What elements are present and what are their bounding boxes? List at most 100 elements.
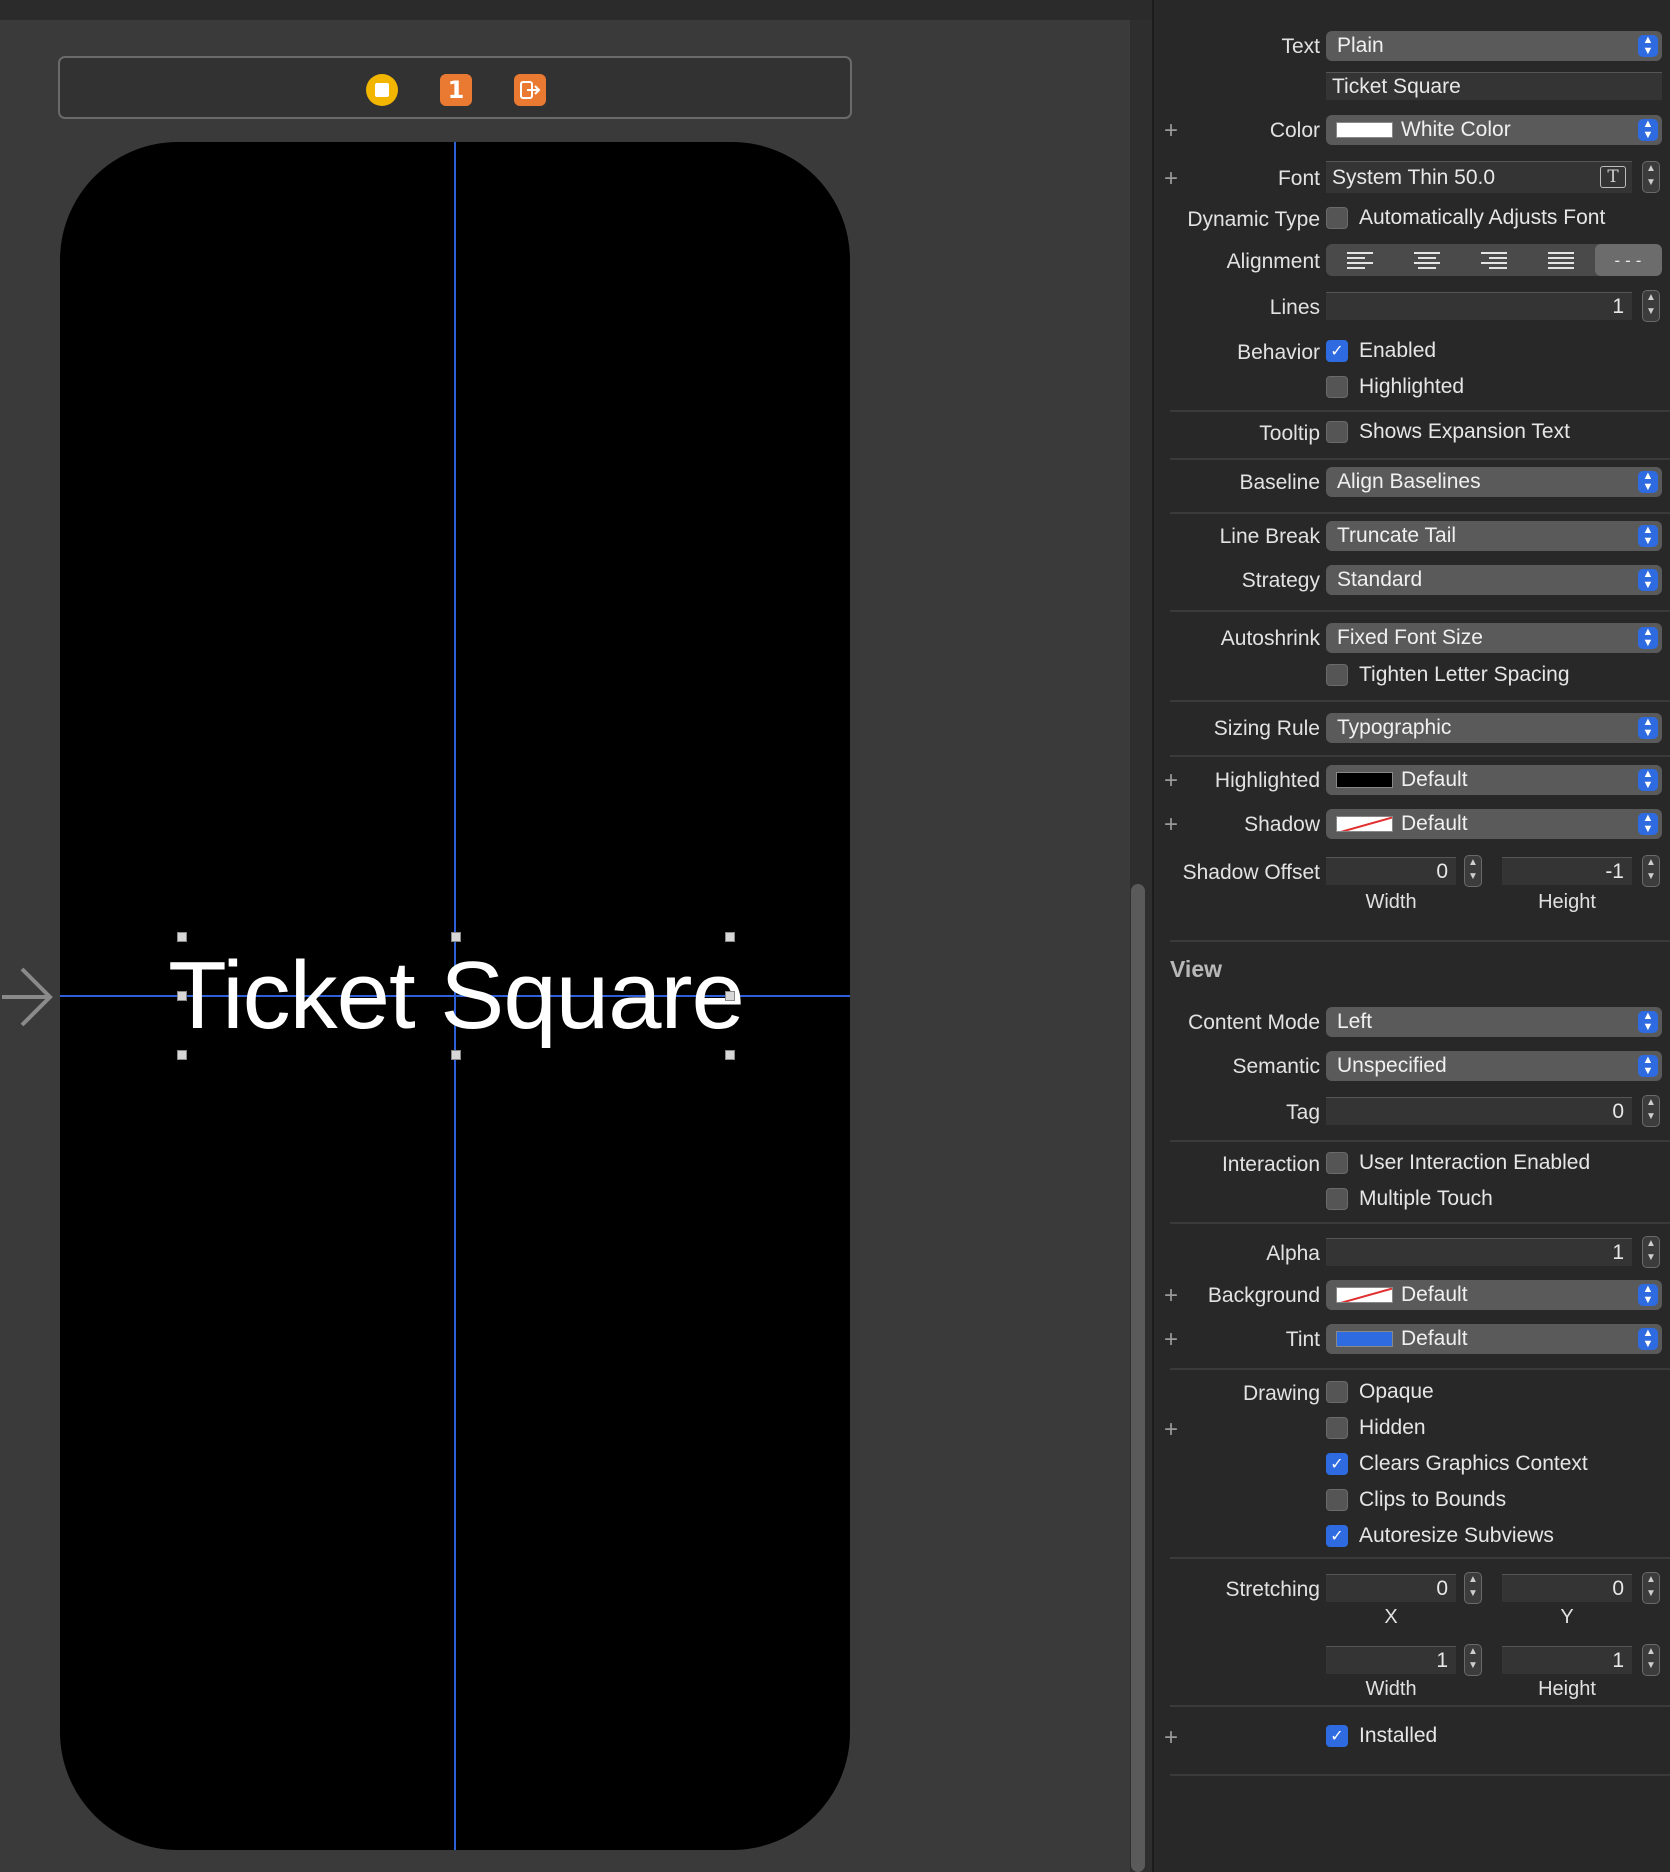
align-justified-button[interactable]: [1528, 244, 1595, 276]
resize-handle-top[interactable]: [451, 932, 461, 942]
align-right-button[interactable]: [1460, 244, 1527, 276]
resize-handle-right[interactable]: [725, 991, 735, 1001]
enabled-label: Enabled: [1359, 339, 1437, 362]
stretching-x-field[interactable]: 0: [1326, 1574, 1456, 1602]
font-picker-icon[interactable]: T: [1600, 166, 1626, 188]
font-size-stepper[interactable]: ▲ ▼: [1642, 161, 1660, 193]
autoresize-subviews-label: Autoresize Subviews: [1359, 1524, 1554, 1547]
lines-field[interactable]: 1: [1326, 292, 1632, 320]
divider: [1170, 700, 1670, 702]
autoresize-subviews-checkbox[interactable]: ✓ Autoresize Subviews: [1326, 1524, 1554, 1548]
add-variation-icon[interactable]: +: [1164, 1726, 1178, 1750]
line-break-value: Truncate Tail: [1337, 524, 1457, 547]
line-break-popup[interactable]: Truncate Tail ▲ ▼: [1326, 521, 1662, 551]
color-popup[interactable]: White Color ▲ ▼: [1326, 115, 1662, 145]
popup-chevron-icon: ▲ ▼: [1638, 569, 1658, 591]
resize-handle-top-left[interactable]: [177, 932, 187, 942]
alignment-segmented-control[interactable]: ---: [1326, 244, 1662, 276]
installed-checkbox[interactable]: ✓ Installed: [1326, 1724, 1437, 1748]
resize-handle-bottom-right[interactable]: [725, 1050, 735, 1060]
checkbox-box: [1326, 376, 1348, 398]
divider: [1170, 1140, 1670, 1142]
resize-handle-top-right[interactable]: [725, 932, 735, 942]
popup-chevron-icon: ▲ ▼: [1638, 769, 1658, 791]
strategy-popup[interactable]: Standard ▲ ▼: [1326, 565, 1662, 595]
hidden-checkbox[interactable]: Hidden: [1326, 1416, 1426, 1440]
shows-expansion-text-checkbox[interactable]: Shows Expansion Text: [1326, 420, 1570, 444]
selected-label[interactable]: Ticket Square: [168, 932, 745, 1060]
tint-label: Tint: [1285, 1328, 1320, 1351]
auto-adjust-font-checkbox[interactable]: Automatically Adjusts Font: [1326, 206, 1605, 230]
stretching-width-caption: Width: [1365, 1678, 1417, 1700]
text-type-popup[interactable]: Plain ▲ ▼: [1326, 31, 1662, 61]
canvas-scrollbar-thumb[interactable]: [1131, 884, 1145, 1872]
stretching-height-field[interactable]: 1: [1502, 1646, 1632, 1674]
clears-graphics-context-checkbox[interactable]: ✓ Clears Graphics Context: [1326, 1452, 1588, 1476]
tint-popup[interactable]: Default ▲ ▼: [1326, 1324, 1662, 1354]
align-center-button[interactable]: [1393, 244, 1460, 276]
stretching-width-stepper[interactable]: ▲ ▼: [1464, 1644, 1482, 1676]
stretching-y-field[interactable]: 0: [1502, 1574, 1632, 1602]
opaque-label: Opaque: [1359, 1380, 1434, 1403]
divider: [1170, 1774, 1670, 1776]
resize-handle-bottom-left[interactable]: [177, 1050, 187, 1060]
autoshrink-popup[interactable]: Fixed Font Size ▲ ▼: [1326, 623, 1662, 653]
storyboard-canvas[interactable]: 1 Ticket Square: [0, 0, 1152, 1872]
dynamic-type-label: Dynamic Type: [1187, 208, 1320, 231]
add-variation-icon[interactable]: +: [1164, 769, 1178, 793]
stretching-height-stepper[interactable]: ▲ ▼: [1642, 1644, 1660, 1676]
highlighted-checkbox[interactable]: Highlighted: [1326, 375, 1464, 399]
opaque-checkbox[interactable]: Opaque: [1326, 1380, 1434, 1404]
add-variation-icon[interactable]: +: [1164, 813, 1178, 837]
shadow-offset-height-stepper[interactable]: ▲ ▼: [1642, 855, 1660, 887]
add-variation-icon[interactable]: +: [1164, 1418, 1178, 1442]
resize-handle-bottom[interactable]: [451, 1050, 461, 1060]
entry-point-arrow-icon[interactable]: [0, 962, 58, 1037]
stretching-width-field[interactable]: 1: [1326, 1646, 1456, 1674]
alpha-stepper[interactable]: ▲ ▼: [1642, 1236, 1660, 1268]
sizing-rule-popup[interactable]: Typographic ▲ ▼: [1326, 713, 1662, 743]
align-center-icon: [1413, 251, 1440, 269]
strategy-label: Strategy: [1241, 569, 1320, 592]
content-mode-popup[interactable]: Left ▲ ▼: [1326, 1007, 1662, 1037]
multiple-touch-checkbox[interactable]: Multiple Touch: [1326, 1187, 1493, 1211]
resize-handle-left[interactable]: [177, 991, 187, 1001]
first-responder-icon[interactable]: 1: [440, 74, 472, 106]
stretching-y-caption: Y: [1560, 1606, 1574, 1628]
alpha-field[interactable]: 1: [1326, 1238, 1632, 1266]
tag-field[interactable]: 0: [1326, 1097, 1632, 1125]
lines-stepper[interactable]: ▲ ▼: [1642, 290, 1660, 322]
shadow-offset-width-stepper[interactable]: ▲ ▼: [1464, 855, 1482, 887]
highlighted-color-popup[interactable]: Default ▲ ▼: [1326, 765, 1662, 795]
semantic-popup[interactable]: Unspecified ▲ ▼: [1326, 1051, 1662, 1081]
divider: [1170, 755, 1670, 757]
shadow-popup[interactable]: Default ▲ ▼: [1326, 809, 1662, 839]
alpha-label: Alpha: [1266, 1242, 1320, 1265]
shadow-offset-height-field[interactable]: -1: [1502, 857, 1632, 885]
add-variation-icon[interactable]: +: [1164, 167, 1178, 191]
popup-chevron-icon: ▲ ▼: [1638, 1328, 1658, 1350]
device-screen[interactable]: Ticket Square: [60, 142, 850, 1850]
align-natural-button[interactable]: ---: [1594, 244, 1662, 276]
tag-stepper[interactable]: ▲ ▼: [1642, 1095, 1660, 1127]
view-controller-icon[interactable]: [366, 74, 398, 106]
stretching-x-stepper[interactable]: ▲ ▼: [1464, 1572, 1482, 1604]
add-variation-icon[interactable]: +: [1164, 1284, 1178, 1308]
exit-icon[interactable]: [514, 74, 546, 106]
stretching-y-stepper[interactable]: ▲ ▼: [1642, 1572, 1660, 1604]
user-interaction-checkbox[interactable]: User Interaction Enabled: [1326, 1151, 1590, 1175]
background-value: Default: [1401, 1283, 1468, 1306]
background-popup[interactable]: Default ▲ ▼: [1326, 1280, 1662, 1310]
sizing-rule-value: Typographic: [1337, 716, 1452, 739]
tighten-letter-spacing-checkbox[interactable]: Tighten Letter Spacing: [1326, 663, 1570, 687]
add-variation-icon[interactable]: +: [1164, 1328, 1178, 1352]
align-left-button[interactable]: [1326, 244, 1393, 276]
font-field[interactable]: System Thin 50.0 T: [1326, 161, 1632, 193]
text-value-field[interactable]: Ticket Square: [1326, 72, 1662, 100]
enabled-checkbox[interactable]: ✓ Enabled: [1326, 339, 1436, 363]
shadow-offset-width-field[interactable]: 0: [1326, 857, 1456, 885]
add-variation-icon[interactable]: +: [1164, 119, 1178, 143]
behavior-label: Behavior: [1237, 341, 1320, 364]
clips-to-bounds-checkbox[interactable]: Clips to Bounds: [1326, 1488, 1506, 1512]
baseline-popup[interactable]: Align Baselines ▲ ▼: [1326, 467, 1662, 497]
